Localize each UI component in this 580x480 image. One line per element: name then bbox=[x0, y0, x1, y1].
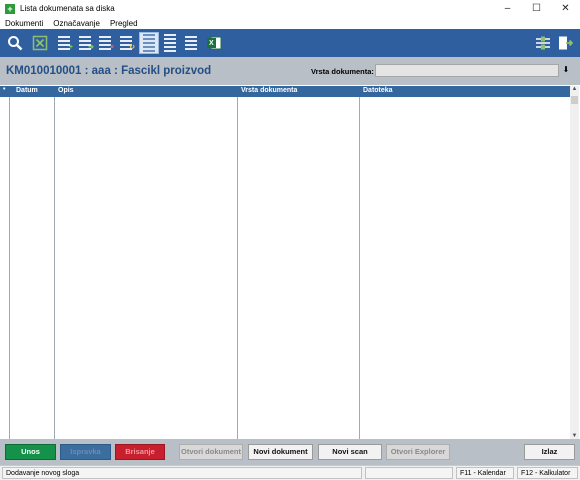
column-divider bbox=[9, 97, 10, 439]
column-datoteka[interactable]: Datoteka bbox=[363, 87, 393, 94]
otvori-explorer-button[interactable]: Otvori Explorer bbox=[386, 444, 450, 460]
status-f11-kalendar[interactable]: F11 - Kalendar bbox=[456, 467, 514, 479]
scroll-up-icon[interactable]: ▲ bbox=[570, 86, 579, 92]
document-header: KM010010001 : aaa : Fascikl proizvod Vrs… bbox=[0, 57, 580, 85]
search-icon[interactable] bbox=[5, 32, 25, 54]
vrsta-dokumenta-dropdown-icon[interactable]: ⬇ bbox=[561, 65, 571, 77]
column-datum[interactable]: Datum bbox=[16, 87, 38, 94]
izlaz-button[interactable]: Izlaz bbox=[524, 444, 575, 460]
novi-scan-button[interactable]: Novi scan bbox=[318, 444, 382, 460]
otvori-dokument-button[interactable]: Otvori dokument bbox=[179, 444, 243, 460]
status-f12-kalkulator[interactable]: F12 - Kalkulator bbox=[517, 467, 578, 479]
column-divider bbox=[359, 97, 360, 439]
menu-dokumenti[interactable]: Dokumenti bbox=[0, 19, 48, 28]
column-divider bbox=[54, 97, 55, 439]
column-divider bbox=[237, 97, 238, 439]
excel-badge: X bbox=[209, 40, 214, 47]
menu-bar: Dokumenti Označavanje Pregled bbox=[0, 17, 580, 29]
page-title: KM010010001 : aaa : Fascikl proizvod bbox=[6, 65, 212, 77]
status-message: Dodavanje novog sloga bbox=[2, 467, 362, 479]
scroll-thumb[interactable] bbox=[571, 96, 578, 104]
grid-header: • Datum Opis Vrsta dokumenta Datoteka bbox=[0, 86, 570, 97]
vrsta-dokumenta-label: Vrsta dokumenta: bbox=[311, 67, 374, 76]
menu-oznacavanje[interactable]: Označavanje bbox=[48, 19, 105, 28]
title-bar: + Lista dokumenata sa diska – ☐ ✕ bbox=[0, 0, 580, 17]
list-forward-icon[interactable]: ➜ bbox=[75, 32, 95, 54]
novi-dokument-button[interactable]: Novi dokument bbox=[248, 444, 313, 460]
brisanje-button[interactable]: Brisanje bbox=[115, 444, 165, 460]
maximize-button[interactable]: ☐ bbox=[522, 0, 551, 17]
window-title: Lista dokumenata sa diska bbox=[20, 4, 115, 13]
view-list-icon[interactable] bbox=[139, 32, 159, 54]
view-details-icon[interactable] bbox=[160, 32, 180, 54]
view-compact-icon[interactable] bbox=[181, 32, 201, 54]
status-panel-empty bbox=[365, 467, 453, 479]
unos-button[interactable]: Unos bbox=[5, 444, 56, 460]
status-bar: Dodavanje novog sloga F11 - Kalendar F12… bbox=[0, 465, 580, 480]
minimize-button[interactable]: – bbox=[493, 0, 522, 17]
list-refresh-icon[interactable]: ↻ bbox=[116, 32, 136, 54]
menu-pregled[interactable]: Pregled bbox=[105, 19, 143, 28]
list-delete-icon[interactable]: × bbox=[95, 32, 115, 54]
cancel-selection-icon[interactable] bbox=[30, 32, 50, 54]
vrsta-dokumenta-input[interactable] bbox=[375, 64, 559, 77]
grid-body[interactable] bbox=[0, 97, 570, 439]
button-bar: Unos Ispravka Brisanje Otvori dokument N… bbox=[0, 439, 580, 465]
list-add-icon[interactable]: + bbox=[54, 32, 74, 54]
toolbar: + ➜ × ↻ X bbox=[0, 29, 580, 57]
row-marker: • bbox=[3, 86, 6, 93]
settings-icon[interactable] bbox=[533, 32, 553, 54]
excel-export-icon[interactable]: X bbox=[204, 32, 224, 54]
close-button[interactable]: ✕ bbox=[551, 0, 580, 17]
app-icon: + bbox=[5, 3, 15, 14]
vertical-scrollbar[interactable]: ▲ ▼ bbox=[570, 86, 579, 439]
exit-icon[interactable] bbox=[555, 32, 575, 54]
ispravka-button[interactable]: Ispravka bbox=[60, 444, 111, 460]
column-opis[interactable]: Opis bbox=[58, 87, 74, 94]
column-vrsta-dokumenta[interactable]: Vrsta dokumenta bbox=[241, 87, 297, 94]
window-controls: – ☐ ✕ bbox=[493, 0, 580, 17]
